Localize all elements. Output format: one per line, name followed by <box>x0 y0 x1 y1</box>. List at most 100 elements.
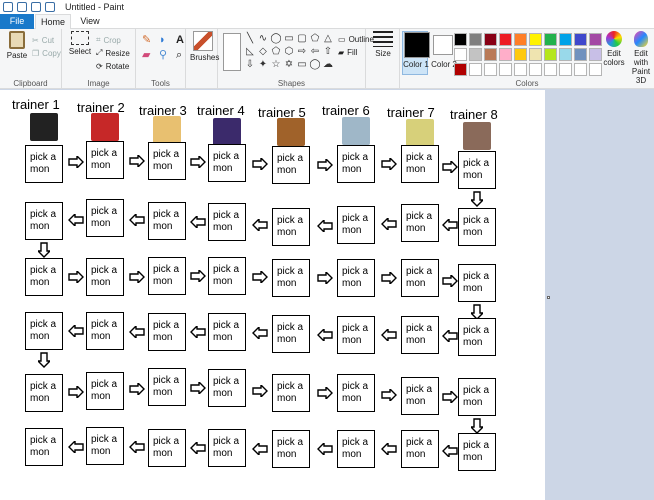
resize-button[interactable]: ⤢ Resize <box>96 47 130 59</box>
pick-a-mon-box: pick a mon <box>458 433 496 471</box>
size-group: Size <box>366 29 400 89</box>
up-arrow-shape-icon[interactable]: ⇧ <box>322 46 334 58</box>
palette-swatch[interactable] <box>589 33 602 46</box>
polygon-shape-icon[interactable]: ⬠ <box>309 33 321 45</box>
pick-a-mon-box: pick a mon <box>148 313 186 351</box>
palette-swatch[interactable] <box>589 48 602 61</box>
palette-swatch[interactable] <box>544 63 557 76</box>
palette-swatch[interactable] <box>514 63 527 76</box>
pencil-icon[interactable]: ✎ <box>142 35 155 46</box>
palette-swatch[interactable] <box>559 63 572 76</box>
palette-swatch[interactable] <box>454 48 467 61</box>
crop-button[interactable]: ⌗ Crop <box>96 34 121 46</box>
paint3d-button[interactable]: Edit with Paint 3D <box>628 31 654 85</box>
select-button[interactable]: Select <box>66 31 94 56</box>
diamond-shape-icon[interactable]: ◇ <box>257 46 269 58</box>
arrow-right-icon <box>68 271 84 283</box>
palette-swatch[interactable] <box>499 48 512 61</box>
line-shape-icon[interactable]: ╲ <box>244 33 256 45</box>
fill-button[interactable]: ▰ Fill <box>338 46 357 58</box>
right-triangle-shape-icon[interactable]: ◺ <box>244 46 256 58</box>
tab-home[interactable]: Home <box>35 14 71 29</box>
palette-swatch[interactable] <box>529 48 542 61</box>
brushes-button[interactable]: Brushes <box>190 31 219 62</box>
pick-a-mon-box: pick a mon <box>208 313 246 351</box>
pick-a-mon-box: pick a mon <box>208 257 246 295</box>
resize-icon: ⤢ <box>96 48 103 57</box>
redo-icon[interactable] <box>45 2 55 12</box>
palette-swatch[interactable] <box>484 33 497 46</box>
size-button[interactable]: Size <box>372 31 394 58</box>
right-arrow-shape-icon[interactable]: ⇨ <box>296 46 308 58</box>
palette-swatch[interactable] <box>559 48 572 61</box>
save-icon[interactable] <box>17 2 27 12</box>
arrow-left-icon <box>190 326 206 338</box>
canvas-resize-handle[interactable] <box>547 296 550 299</box>
paste-button[interactable]: Paste <box>4 31 30 60</box>
star5-shape-icon[interactable]: ☆ <box>270 59 282 71</box>
callout-rect-shape-icon[interactable]: ▭ <box>296 59 308 71</box>
pick-a-mon-box: pick a mon <box>272 146 310 184</box>
palette-swatch[interactable] <box>544 33 557 46</box>
star6-shape-icon[interactable]: ✡ <box>283 59 295 71</box>
palette-swatch[interactable] <box>499 33 512 46</box>
palette-swatch[interactable] <box>469 63 482 76</box>
tab-view[interactable]: View <box>72 14 108 29</box>
hexagon-shape-icon[interactable]: ⬡ <box>283 46 295 58</box>
pentagon-shape-icon[interactable]: ⬠ <box>270 46 282 58</box>
triangle-shape-icon[interactable]: △ <box>322 33 334 45</box>
edit-colors-button[interactable]: Edit colors <box>603 31 625 67</box>
arrow-left-icon <box>442 219 458 231</box>
cloud-shape-icon[interactable]: ☁ <box>322 59 334 71</box>
drawing-canvas[interactable]: trainer 1 trainer 2 trainer 3 trainer 4 trai… <box>0 90 545 500</box>
rounded-rect-shape-icon[interactable]: ▢ <box>296 33 308 45</box>
pick-a-mon-box: pick a mon <box>86 141 124 179</box>
palette-swatch[interactable] <box>574 33 587 46</box>
cut-button[interactable]: ✂ Cut <box>32 34 54 46</box>
down-arrow-shape-icon[interactable]: ⇩ <box>244 59 256 71</box>
color-picker-icon[interactable]: ⚲ <box>159 50 172 61</box>
brush-icon <box>193 31 213 51</box>
trainer-label: trainer 1 <box>12 97 60 112</box>
quick-access-toolbar <box>0 2 55 12</box>
palette-swatch[interactable] <box>484 63 497 76</box>
palette-swatch[interactable] <box>529 63 542 76</box>
palette-swatch[interactable] <box>514 48 527 61</box>
color2-swatch[interactable] <box>433 35 453 55</box>
arrow-right-icon <box>252 271 268 283</box>
left-arrow-shape-icon[interactable]: ⇦ <box>309 46 321 58</box>
arrow-right-icon <box>381 158 397 170</box>
arrow-left-icon <box>442 330 458 342</box>
undo-icon[interactable] <box>31 2 41 12</box>
rotate-button[interactable]: ⟳ Rotate <box>96 60 129 72</box>
palette-swatch[interactable] <box>544 48 557 61</box>
oval-shape-icon[interactable]: ◯ <box>270 33 282 45</box>
palette-swatch[interactable] <box>574 63 587 76</box>
palette-swatch[interactable] <box>514 33 527 46</box>
palette-swatch[interactable] <box>469 33 482 46</box>
arrow-right-icon <box>252 385 268 397</box>
arrow-left-icon <box>129 214 145 226</box>
callout-oval-shape-icon[interactable]: ◯ <box>309 59 321 71</box>
eraser-icon[interactable]: ▰ <box>142 50 155 61</box>
palette-swatch[interactable] <box>454 63 467 76</box>
palette-swatch[interactable] <box>454 33 467 46</box>
copy-button[interactable]: ❐ Copy <box>32 47 61 59</box>
rectangle-shape-icon[interactable]: ▭ <box>283 33 295 45</box>
arrow-left-icon <box>68 214 84 226</box>
color1-swatch <box>404 32 430 58</box>
pick-a-mon-box: pick a mon <box>337 206 375 244</box>
palette-swatch[interactable] <box>559 33 572 46</box>
star4-shape-icon[interactable]: ✦ <box>257 59 269 71</box>
pick-a-mon-box: pick a mon <box>337 374 375 412</box>
palette-swatch[interactable] <box>499 63 512 76</box>
tab-file[interactable]: File <box>0 14 34 29</box>
color-palette <box>454 33 602 76</box>
fill-bucket-icon[interactable]: ◗ <box>159 35 172 46</box>
curve-shape-icon[interactable]: ∿ <box>257 33 269 45</box>
palette-swatch[interactable] <box>574 48 587 61</box>
palette-swatch[interactable] <box>469 48 482 61</box>
palette-swatch[interactable] <box>484 48 497 61</box>
palette-swatch[interactable] <box>529 33 542 46</box>
palette-swatch[interactable] <box>589 63 602 76</box>
